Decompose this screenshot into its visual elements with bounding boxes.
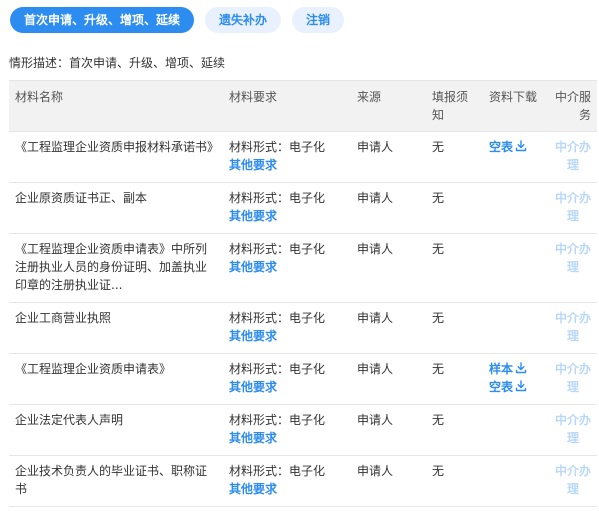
material-form: 材料形式：电子化 xyxy=(229,140,326,154)
filling-notice: 无 xyxy=(426,233,483,303)
material-source: 申请人 xyxy=(351,353,426,405)
header-agency-service: 中介服务 xyxy=(547,80,597,132)
download-cell xyxy=(483,404,547,456)
download-icon xyxy=(515,379,527,392)
material-requirement-cell: 材料形式：电子化其他要求 xyxy=(223,353,351,405)
other-requirements-link[interactable]: 其他要求 xyxy=(229,378,345,396)
download-link[interactable]: 样本 xyxy=(489,360,541,378)
agency-service-button[interactable]: 中介办理 xyxy=(555,411,591,447)
other-requirements-link[interactable]: 其他要求 xyxy=(229,327,345,345)
filling-notice: 无 xyxy=(426,131,483,183)
table-row: 企业法定代表人声明 材料形式：电子化其他要求 申请人无 中介办理 xyxy=(9,404,597,456)
material-source: 申请人 xyxy=(351,233,426,303)
download-label: 空表 xyxy=(489,140,514,154)
download-label: 空表 xyxy=(489,380,514,394)
material-source: 申请人 xyxy=(351,182,426,234)
table-row: 《工程监理企业资质申请表》中所列注册执业人员的身份证明、加盖执业印章的注册执业证… xyxy=(9,233,597,303)
table-header-row: 材料名称 材料要求 来源 填报须知 资料下载 中介服务 xyxy=(9,80,597,132)
material-name: 《工程监理企业资质申请表》 xyxy=(9,353,223,405)
table-row: 企业工商营业执照 材料形式：电子化其他要求 申请人无 中介办理 xyxy=(9,302,597,354)
header-material-name: 材料名称 xyxy=(9,80,223,132)
material-requirement-cell: 材料形式：电子化其他要求 xyxy=(223,404,351,456)
download-icon xyxy=(515,361,527,374)
agency-service-cell: 中介办理 xyxy=(547,404,597,456)
agency-service-button[interactable]: 中介办理 xyxy=(555,360,591,396)
material-form: 材料形式：电子化 xyxy=(229,464,326,478)
material-form: 材料形式：电子化 xyxy=(229,191,326,205)
filling-notice: 无 xyxy=(426,353,483,405)
agency-service-cell: 中介办理 xyxy=(547,131,597,183)
download-label: 样本 xyxy=(489,362,514,376)
filling-notice: 无 xyxy=(426,404,483,456)
agency-service-cell: 中介办理 xyxy=(547,182,597,234)
other-requirements-link[interactable]: 其他要求 xyxy=(229,207,345,225)
download-link[interactable]: 空表 xyxy=(489,378,541,396)
tab-cancellation[interactable]: 注销 xyxy=(292,7,345,33)
material-source: 申请人 xyxy=(351,404,426,456)
material-requirement-cell: 材料形式：电子化其他要求 xyxy=(223,182,351,234)
header-material-requirement: 材料要求 xyxy=(223,80,351,132)
other-requirements-link[interactable]: 其他要求 xyxy=(229,429,345,447)
other-requirements-link[interactable]: 其他要求 xyxy=(229,480,345,498)
agency-service-button[interactable]: 中介办理 xyxy=(555,138,591,174)
download-cell xyxy=(483,233,547,303)
agency-service-cell: 中介办理 xyxy=(547,353,597,405)
material-requirement-cell: 材料形式：电子化其他要求 xyxy=(223,302,351,354)
other-requirements-link[interactable]: 其他要求 xyxy=(229,258,345,276)
material-name: 企业法定代表人声明 xyxy=(9,404,223,456)
material-form: 材料形式：电子化 xyxy=(229,413,326,427)
material-name: 企业技术负责人的毕业证书、职称证书 xyxy=(9,455,223,507)
material-form: 材料形式：电子化 xyxy=(229,311,326,325)
tab-lost-replacement[interactable]: 遗失补办 xyxy=(205,7,282,33)
download-cell: 空表 xyxy=(483,131,547,183)
scenario-description: 情形描述：首次申请、升级、增项、延续 xyxy=(9,56,226,70)
material-name: 《工程监理企业资质申请表》中所列注册执业人员的身份证明、加盖执业印章的注册执业证… xyxy=(9,233,223,303)
material-source: 申请人 xyxy=(351,302,426,354)
download-link[interactable]: 空表 xyxy=(489,138,541,156)
material-source: 申请人 xyxy=(351,131,426,183)
table-row: 《工程监理企业资质申报材料承诺书》 材料形式：电子化其他要求 申请人无空表 中介办理 xyxy=(9,131,597,183)
agency-service-button[interactable]: 中介办理 xyxy=(555,240,591,276)
material-form: 材料形式：电子化 xyxy=(229,362,326,376)
download-cell: 样本 空表 xyxy=(483,353,547,405)
material-form: 材料形式：电子化 xyxy=(229,242,326,256)
tab-bar: 首次申请、升级、增项、延续 遗失补办 注销 xyxy=(10,7,345,33)
material-requirement-cell: 材料形式：电子化其他要求 xyxy=(223,131,351,183)
download-icon xyxy=(515,139,527,152)
table-row: 企业原资质证书正、副本 材料形式：电子化其他要求 申请人无 中介办理 xyxy=(9,182,597,234)
agency-service-cell: 中介办理 xyxy=(547,233,597,303)
download-cell xyxy=(483,302,547,354)
material-requirement-cell: 材料形式：电子化其他要求 xyxy=(223,455,351,507)
header-download: 资料下载 xyxy=(483,80,547,132)
material-name: 企业工商营业执照 xyxy=(9,302,223,354)
material-requirement-cell: 材料形式：电子化其他要求 xyxy=(223,233,351,303)
agency-service-button[interactable]: 中介办理 xyxy=(555,462,591,498)
agency-service-cell: 中介办理 xyxy=(547,455,597,507)
material-name: 《工程监理企业资质申报材料承诺书》 xyxy=(9,131,223,183)
tab-first-application[interactable]: 首次申请、升级、增项、延续 xyxy=(10,7,195,33)
materials-table: 材料名称 材料要求 来源 填报须知 资料下载 中介服务 《工程监理企业资质申报材… xyxy=(9,80,597,507)
filling-notice: 无 xyxy=(426,455,483,507)
table-row: 《工程监理企业资质申请表》 材料形式：电子化 其他要求 申请人无样本 空表 中介办理 xyxy=(9,353,597,405)
agency-service-cell: 中介办理 xyxy=(547,302,597,354)
material-name: 企业原资质证书正、副本 xyxy=(9,182,223,234)
download-cell xyxy=(483,455,547,507)
download-cell xyxy=(483,182,547,234)
other-requirements-link[interactable]: 其他要求 xyxy=(229,156,345,174)
agency-service-button[interactable]: 中介办理 xyxy=(555,189,591,225)
agency-service-button[interactable]: 中介办理 xyxy=(555,309,591,345)
header-source: 来源 xyxy=(351,80,426,132)
material-source: 申请人 xyxy=(351,455,426,507)
table-row: 企业技术负责人的毕业证书、职称证书 材料形式：电子化其他要求 申请人无 中介办理 xyxy=(9,455,597,507)
filling-notice: 无 xyxy=(426,302,483,354)
filling-notice: 无 xyxy=(426,182,483,234)
header-filling-notice: 填报须知 xyxy=(426,80,483,132)
